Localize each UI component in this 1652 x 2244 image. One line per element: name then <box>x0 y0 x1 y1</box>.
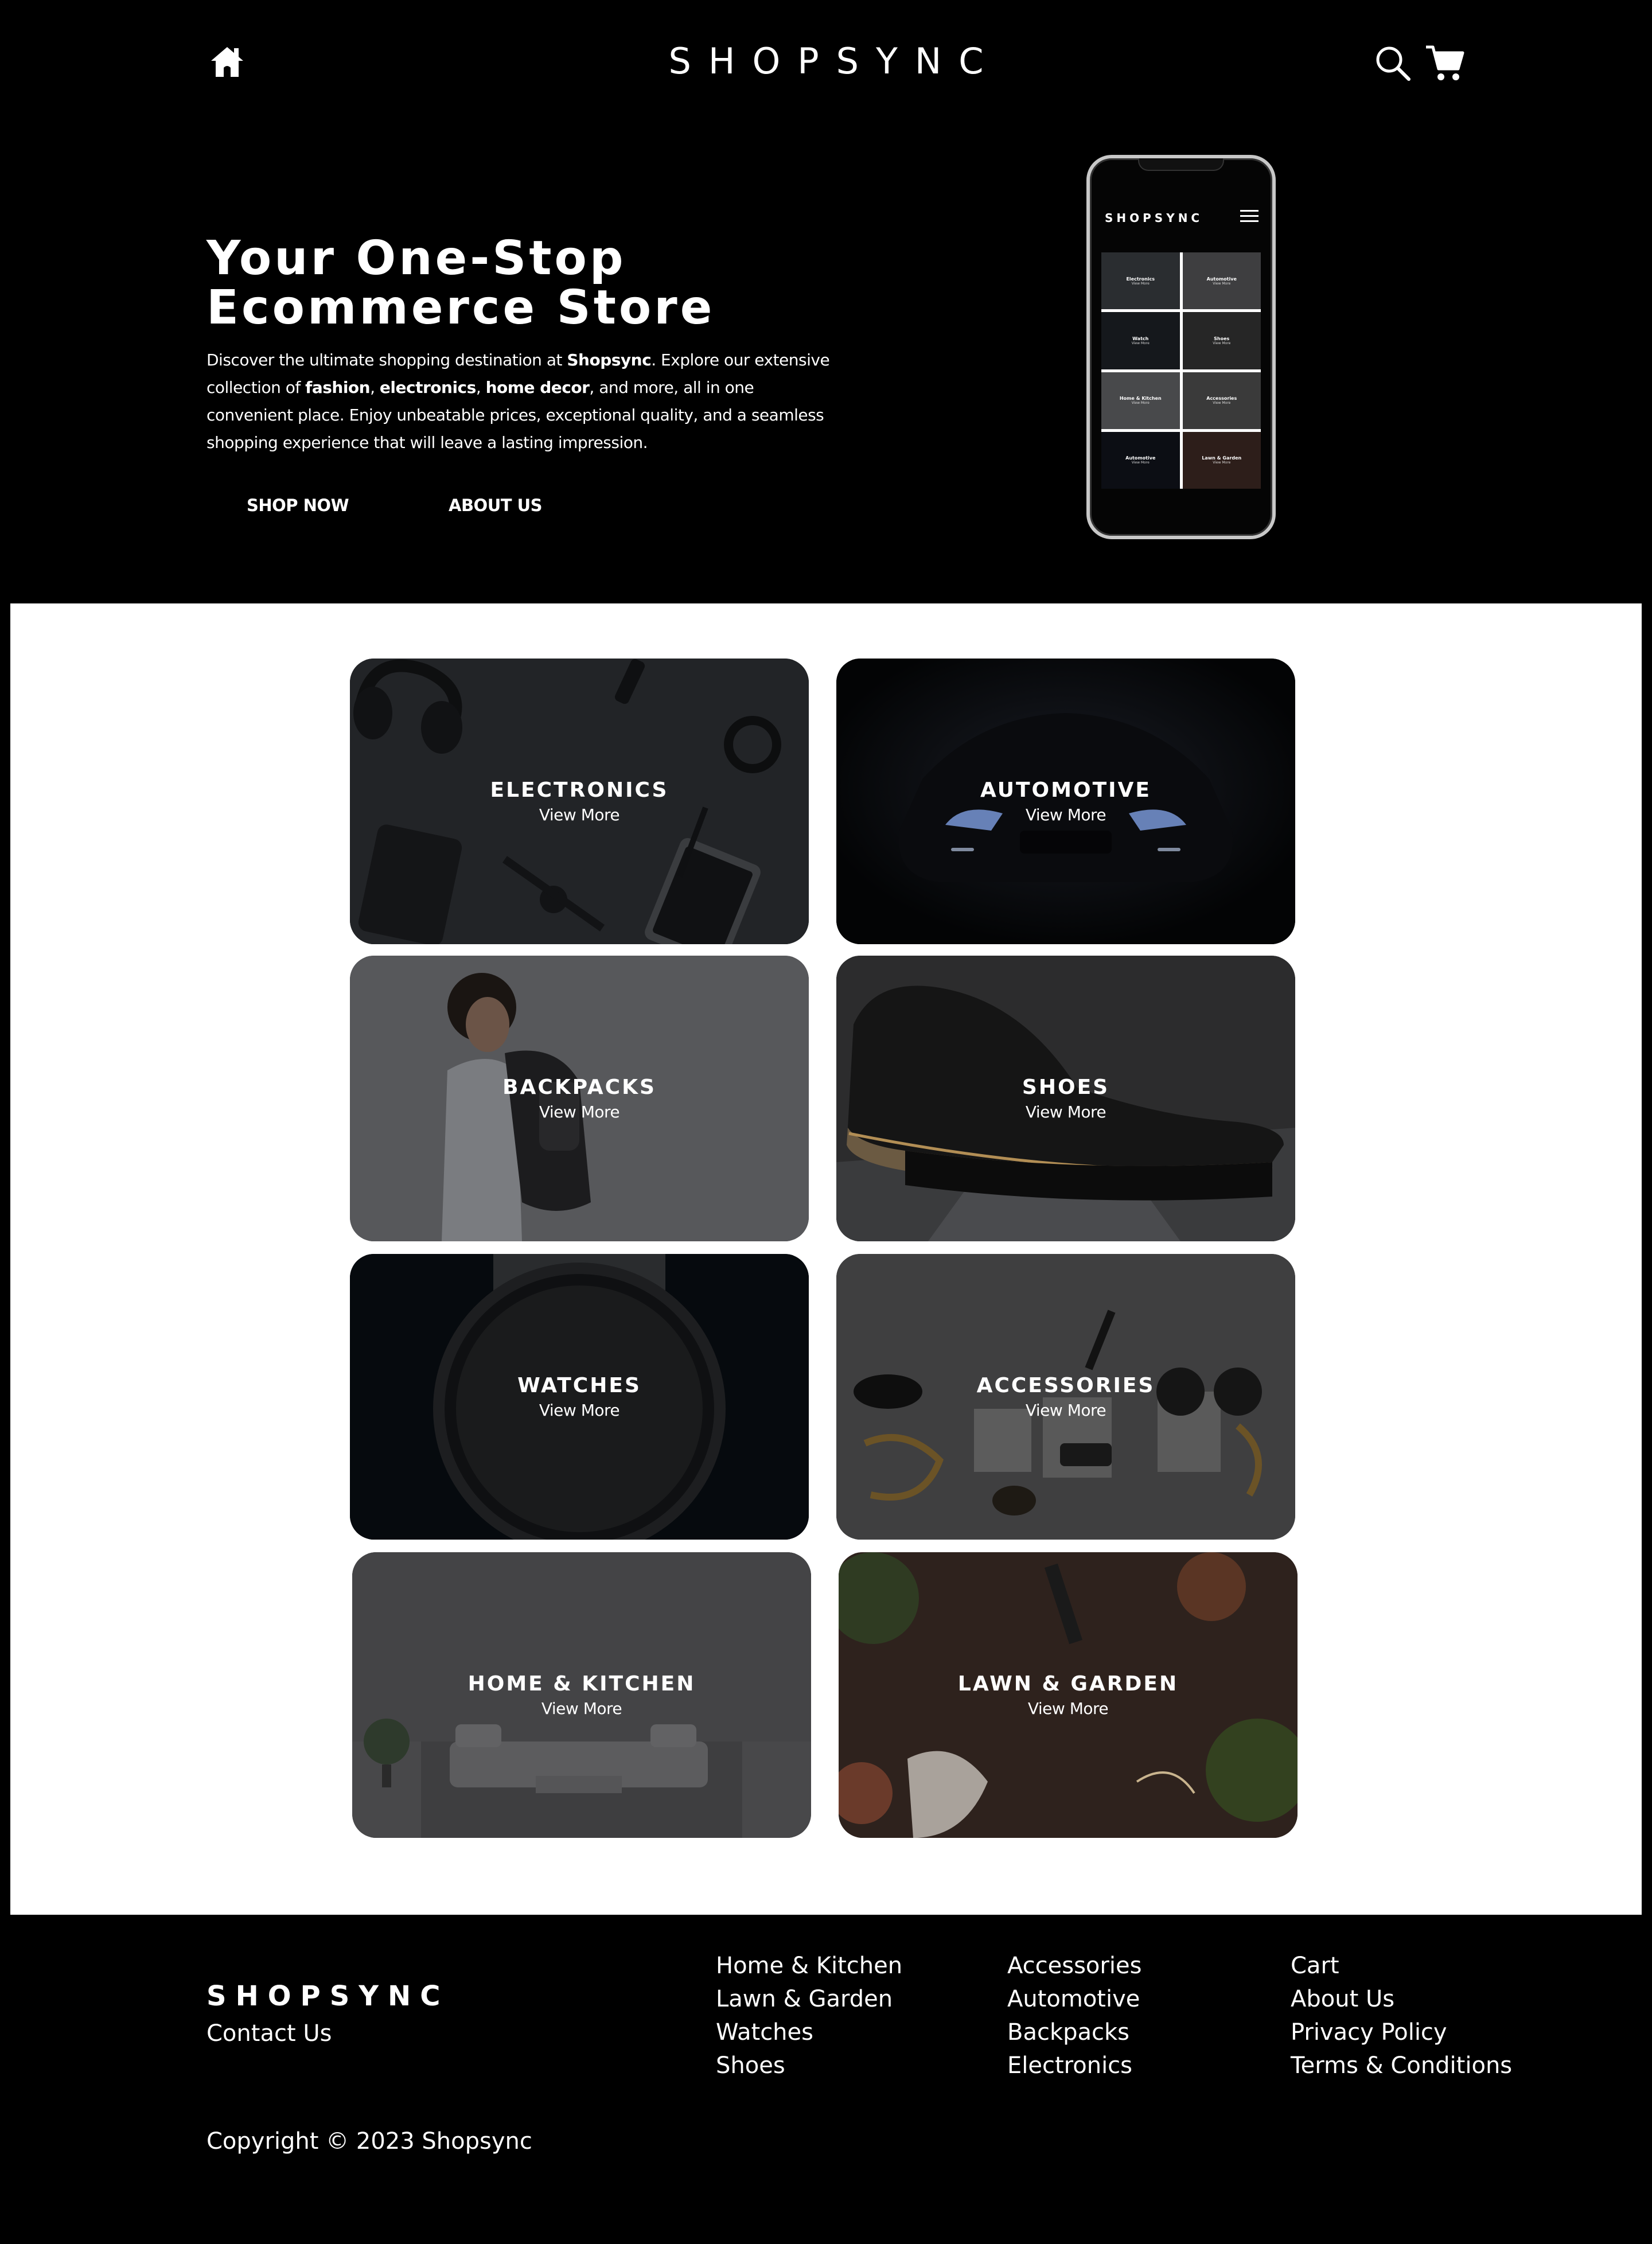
category-card-shoes[interactable]: SHOES View More <box>836 956 1295 1241</box>
footer-link-accessories[interactable]: Accessories <box>1007 1949 1141 1982</box>
view-more-link[interactable]: View More <box>539 805 620 825</box>
category-title: HOME & KITCHEN <box>467 1672 696 1696</box>
phone-mockup: SHOPSYNC Electronics View More Automotive… <box>1086 155 1276 539</box>
category-card-home-kitchen[interactable]: HOME & KITCHEN View More <box>352 1552 811 1838</box>
footer-column-categories-2: Accessories Automotive Backpacks Electro… <box>1007 1949 1141 2082</box>
category-title: ELECTRONICS <box>490 778 669 802</box>
phone-tile: Shoes View More <box>1182 312 1261 369</box>
footer-column-categories-1: Home & Kitchen Lawn & Garden Watches Sho… <box>716 1949 902 2082</box>
contact-us-link[interactable]: Contact Us <box>206 2020 332 2047</box>
category-title: ACCESSORIES <box>976 1374 1155 1397</box>
desc-text: Discover the ultimate shopping destinati… <box>206 350 567 369</box>
category-title: AUTOMOTIVE <box>980 778 1151 802</box>
desc-brand: Shopsync <box>567 350 652 369</box>
category-card-lawn-garden[interactable]: LAWN & GARDEN View More <box>839 1552 1298 1838</box>
category-card-automotive[interactable]: AUTOMOTIVE View More <box>836 659 1295 944</box>
search-icon[interactable] <box>1374 45 1411 81</box>
hero-title-line2: Ecommerce Store <box>206 280 715 335</box>
footer-link-home-kitchen[interactable]: Home & Kitchen <box>716 1949 902 1982</box>
cart-icon[interactable] <box>1425 44 1465 83</box>
view-more-link[interactable]: View More <box>1028 1698 1109 1719</box>
copyright-text: Copyright © 2023 Shopsync <box>206 2128 532 2155</box>
footer-link-backpacks[interactable]: Backpacks <box>1007 2016 1141 2049</box>
category-section: ELECTRONICS View More AUTOMOTIVE View Mo… <box>10 603 1642 1915</box>
phone-notch <box>1138 158 1224 171</box>
footer-link-shoes[interactable]: Shoes <box>716 2049 902 2082</box>
phone-tile: Home & Kitchen View More <box>1101 372 1180 429</box>
phone-tile: Watch View More <box>1101 312 1180 369</box>
phone-tile: Automotive View More <box>1182 252 1261 310</box>
hamburger-menu-icon <box>1240 210 1259 224</box>
phone-category-grid: Electronics View More Automotive View More… <box>1101 252 1261 489</box>
desc-sep: , <box>370 378 380 397</box>
category-card-watches[interactable]: WATCHES View More <box>350 1254 809 1540</box>
hero-description: Discover the ultimate shopping destinati… <box>206 346 837 457</box>
footer-link-lawn-garden[interactable]: Lawn & Garden <box>716 1982 902 2016</box>
view-more-link[interactable]: View More <box>539 1400 620 1421</box>
desc-sep: , <box>476 378 486 397</box>
footer-link-cart[interactable]: Cart <box>1291 1949 1512 1982</box>
desc-electronics: electronics <box>379 378 476 397</box>
category-card-electronics[interactable]: ELECTRONICS View More <box>350 659 809 944</box>
category-title: SHOES <box>1022 1076 1110 1099</box>
hero-title-line1: Your One-Stop <box>206 231 626 286</box>
desc-home-decor: home decor <box>485 378 590 397</box>
desc-fashion: fashion <box>305 378 371 397</box>
site-header: SHOPSYNC <box>0 0 1652 126</box>
footer-link-automotive[interactable]: Automotive <box>1007 1982 1141 2016</box>
footer-link-terms-conditions[interactable]: Terms & Conditions <box>1291 2049 1512 2082</box>
category-card-accessories[interactable]: ACCESSORIES View More <box>836 1254 1295 1540</box>
category-title: BACKPACKS <box>502 1076 656 1099</box>
shop-now-button[interactable]: SHOP NOW <box>247 491 349 520</box>
footer-link-electronics[interactable]: Electronics <box>1007 2049 1141 2082</box>
phone-tile: Electronics View More <box>1101 252 1180 310</box>
category-title: LAWN & GARDEN <box>957 1672 1179 1696</box>
footer-column-info: Cart About Us Privacy Policy Terms & Con… <box>1291 1949 1512 2082</box>
footer-link-about-us[interactable]: About Us <box>1291 1982 1512 2016</box>
footer-logo[interactable]: SHOPSYNC <box>206 1980 449 2012</box>
view-more-link[interactable]: View More <box>1026 1102 1106 1123</box>
phone-brand: SHOPSYNC <box>1105 211 1203 225</box>
hero-title: Your One-Stop Ecommerce Store <box>206 234 837 333</box>
about-us-button[interactable]: ABOUT US <box>449 491 543 520</box>
footer-link-privacy-policy[interactable]: Privacy Policy <box>1291 2016 1512 2049</box>
footer-link-watches[interactable]: Watches <box>716 2016 902 2049</box>
view-more-link[interactable]: View More <box>1026 1400 1106 1421</box>
view-more-link[interactable]: View More <box>539 1102 620 1123</box>
phone-tile: Automotive View More <box>1101 431 1180 489</box>
view-more-link[interactable]: View More <box>541 1698 622 1719</box>
phone-tile: Accessories View More <box>1182 372 1261 429</box>
category-title: WATCHES <box>517 1374 641 1397</box>
view-more-link[interactable]: View More <box>1026 805 1106 825</box>
category-card-backpacks[interactable]: BACKPACKS View More <box>350 956 809 1241</box>
phone-tile: Lawn & Garden View More <box>1182 431 1261 489</box>
